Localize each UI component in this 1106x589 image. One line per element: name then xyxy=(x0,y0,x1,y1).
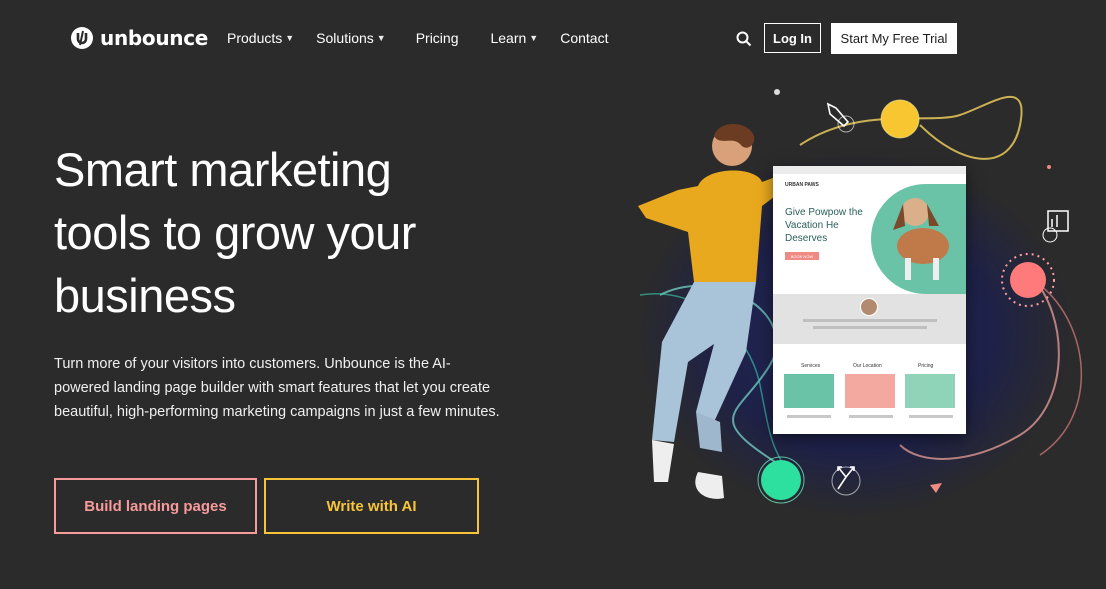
unbounce-logo-icon xyxy=(71,27,93,49)
logo[interactable]: unbounce xyxy=(70,26,208,50)
preview-brand: URBAN PAWS xyxy=(785,182,819,188)
nav-item-label: Learn xyxy=(490,30,527,46)
login-button[interactable]: Log In xyxy=(764,23,821,53)
logo-text: unbounce xyxy=(100,26,209,50)
nav-item-label: Solutions xyxy=(316,30,374,46)
nav-item-label: Products xyxy=(227,30,283,46)
hero-subtext: Turn more of your visitors into customer… xyxy=(54,356,500,420)
preview-section-services: Services xyxy=(801,363,821,369)
split-arrows-icon xyxy=(831,466,861,496)
preview-text-line xyxy=(787,415,831,418)
top-navigation: unbounce Products ▼ Solutions ▼ Pricing … xyxy=(0,0,1106,78)
preview-thumbnail-pricing xyxy=(905,374,955,408)
jumping-woman-image xyxy=(638,124,786,499)
nav-item-label: Contact xyxy=(560,30,609,46)
start-free-trial-button[interactable]: Start My Free Trial xyxy=(831,23,957,54)
pen-tool-icon xyxy=(826,102,855,133)
nav-item-pricing[interactable]: Pricing xyxy=(416,30,459,46)
preview-window-bar xyxy=(773,166,966,174)
chevron-down-icon: ▼ xyxy=(529,33,539,43)
chevron-down-icon: ▼ xyxy=(285,33,295,43)
yellow-ball-icon xyxy=(880,99,920,139)
nav-item-learn[interactable]: Learn ▼ xyxy=(490,30,538,46)
main-menu: Products ▼ Solutions ▼ Pricing Learn ▼ C… xyxy=(227,30,608,46)
preview-title: Give Powpow the Vacation He Deserves xyxy=(785,207,863,244)
nav-item-contact[interactable]: Contact xyxy=(560,30,608,46)
write-with-ai-button[interactable]: Write with AI xyxy=(264,478,479,534)
chevron-down-icon: ▼ xyxy=(376,33,386,43)
search-icon[interactable] xyxy=(736,31,752,47)
preview-section-location: Our Location xyxy=(853,363,882,369)
preview-thumbnail-location xyxy=(845,374,895,408)
preview-text-line xyxy=(849,415,893,418)
chart-edit-icon xyxy=(1042,210,1069,243)
preview-book-button: BOOK NOW xyxy=(785,252,819,260)
build-landing-pages-button[interactable]: Build landing pages xyxy=(54,478,257,534)
preview-section-pricing: Pricing xyxy=(918,363,934,369)
preview-text-line xyxy=(909,415,953,418)
preview-thumbnail-services xyxy=(784,374,834,408)
preview-text-line xyxy=(803,319,937,322)
landing-page-preview-card: URBAN PAWS Give Powpow the Vacation He D… xyxy=(773,166,966,434)
preview-avatar xyxy=(860,298,878,316)
nav-item-solutions[interactable]: Solutions ▼ xyxy=(316,30,386,46)
nav-item-products[interactable]: Products ▼ xyxy=(227,30,294,46)
hero-headline: Smart marketing tools to grow your busin… xyxy=(54,143,416,322)
nav-item-label: Pricing xyxy=(415,30,459,46)
dog-image xyxy=(893,198,949,280)
preview-text-line xyxy=(813,326,927,329)
pink-burst-icon xyxy=(1001,253,1055,307)
